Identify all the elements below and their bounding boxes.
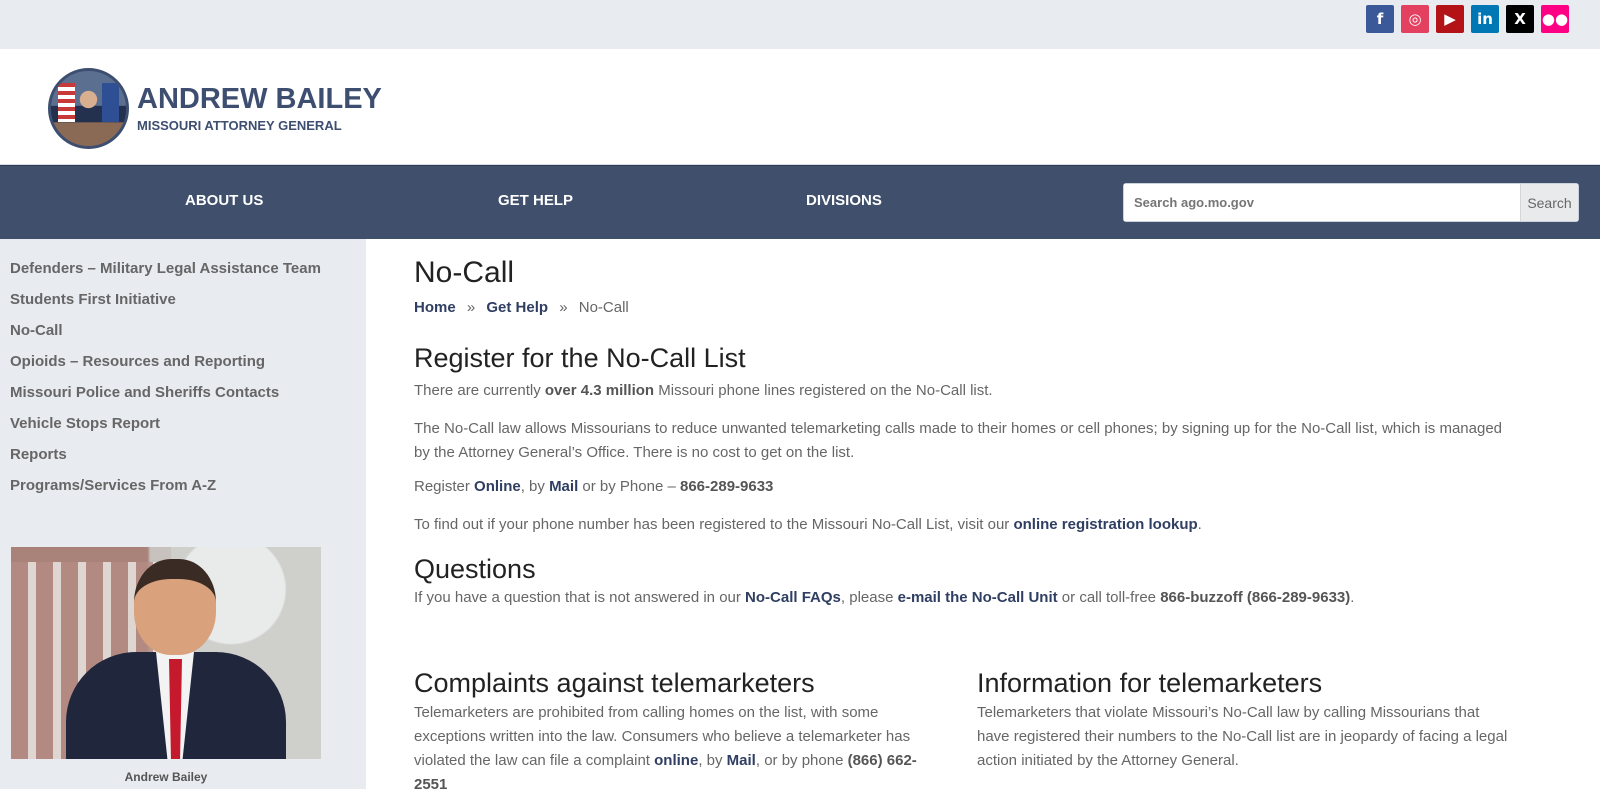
registration-count-suffix: Missouri phone lines registered on the N… — [654, 382, 993, 399]
registration-count-prefix: There are currently — [414, 382, 545, 399]
register-by-text: , by — [520, 478, 550, 495]
lookup-suffix: . — [1197, 516, 1202, 533]
nav-divisions[interactable]: DIVISIONS — [806, 192, 882, 209]
sidebar-item-opioids[interactable]: Opioids – Resources and Reporting — [10, 353, 265, 370]
registration-lookup-text: To find out if your phone number has bee… — [414, 513, 1504, 537]
x-icon[interactable]: X — [1506, 5, 1534, 33]
complaints-heading: Complaints against telemarketers — [414, 668, 815, 698]
no-call-faqs-link[interactable]: No-Call FAQs — [745, 589, 841, 606]
register-mail-link[interactable]: Mail — [549, 478, 578, 495]
no-call-law-text: The No-Call law allows Missourians to re… — [414, 420, 1503, 461]
complaints-text: Telemarketers are prohibited from callin… — [414, 701, 926, 789]
logo-text: ANDREW BAILEY MISSOURI ATTORNEY GENERAL — [137, 82, 382, 133]
breadcrumb-get-help[interactable]: Get Help — [486, 299, 548, 316]
facebook-icon[interactable]: f — [1366, 5, 1394, 33]
information-heading: Information for telemarketers — [977, 668, 1323, 698]
email-no-call-unit-link[interactable]: e-mail the No-Call Unit — [898, 589, 1058, 606]
andrew-bailey-photo — [11, 547, 321, 759]
online-registration-lookup-link[interactable]: online registration lookup — [1013, 516, 1197, 533]
sidebar-item-vehicle-stops[interactable]: Vehicle Stops Report — [10, 415, 160, 432]
brand-subtitle: MISSOURI ATTORNEY GENERAL — [137, 117, 342, 133]
buzzoff-phone-number: 866-buzzoff (866-289-9633) — [1160, 589, 1351, 606]
red-tie — [169, 659, 182, 759]
sidebar-item-programs-services[interactable]: Programs/Services From A-Z — [10, 477, 216, 494]
nav-about-us[interactable]: ABOUT US — [185, 192, 263, 209]
portrait-head — [134, 559, 216, 655]
site-header: ANDREW BAILEY MISSOURI ATTORNEY GENERAL — [0, 49, 1600, 165]
register-phone-prefix: or by Phone – — [578, 478, 680, 495]
nav-get-help[interactable]: GET HELP — [498, 192, 573, 209]
sidebar-item-no-call[interactable]: No-Call — [10, 322, 63, 339]
linkedin-icon[interactable]: in — [1471, 5, 1499, 33]
register-phone-number: 866-289-9633 — [679, 478, 774, 495]
complaint-phone-prefix: , or by phone — [755, 752, 848, 769]
register-methods-text: Register Online, by Mail or by Phone – 8… — [414, 475, 1504, 499]
sidebar-item-defenders[interactable]: Defenders – Military Legal Assistance Te… — [10, 260, 321, 277]
questions-heading: Questions — [414, 554, 536, 584]
breadcrumb-separator-2: » — [559, 299, 568, 316]
questions-end: . — [1350, 589, 1355, 606]
lookup-prefix: To find out if your phone number has bee… — [414, 516, 1014, 533]
page-title: No-Call — [414, 256, 515, 289]
attorney-general-seal-icon — [48, 68, 129, 149]
breadcrumb-current: No-Call — [578, 299, 629, 316]
site-search: Search — [1123, 183, 1579, 222]
sidebar-item-students-first[interactable]: Students First Initiative — [10, 291, 176, 308]
photo-caption: Andrew Bailey — [124, 770, 208, 784]
breadcrumb-separator-1: » — [466, 299, 476, 316]
registration-count-text: There are currently over 4.3 million Mis… — [414, 379, 1504, 403]
sidebar-item-police-sheriffs[interactable]: Missouri Police and Sheriffs Contacts — [10, 384, 279, 401]
social-links: f ◎ ▶ in X ●● — [1366, 5, 1569, 33]
flickr-icon[interactable]: ●● — [1541, 5, 1569, 33]
sidebar-item-reports[interactable]: Reports — [10, 446, 67, 463]
register-heading: Register for the No-Call List — [414, 343, 746, 373]
questions-prefix: If you have a question that is not answe… — [414, 589, 746, 606]
search-button[interactable]: Search — [1520, 184, 1578, 221]
site-logo[interactable]: ANDREW BAILEY MISSOURI ATTORNEY GENERAL — [48, 68, 382, 149]
complaint-online-link[interactable]: online — [654, 752, 698, 769]
register-prefix: Register — [414, 478, 475, 495]
complaint-mail-link[interactable]: Mail — [727, 752, 756, 769]
complaint-by-text: , by — [698, 752, 727, 769]
breadcrumb-home[interactable]: Home — [414, 299, 456, 316]
register-online-link[interactable]: Online — [474, 478, 521, 495]
information-text: Telemarketers that violate Missouri’s No… — [977, 704, 1508, 769]
breadcrumb: Home » Get Help » No-Call — [414, 299, 629, 316]
registration-count-value: over 4.3 million — [544, 382, 655, 399]
brand-name: ANDREW BAILEY — [137, 82, 382, 115]
instagram-icon[interactable]: ◎ — [1401, 5, 1429, 33]
utility-bar: f ◎ ▶ in X ●● — [0, 0, 1600, 49]
youtube-icon[interactable]: ▶ — [1436, 5, 1464, 33]
search-input[interactable] — [1124, 184, 1520, 221]
questions-text: If you have a question that is not answe… — [414, 586, 1504, 610]
questions-call-text: or call toll-free — [1057, 589, 1161, 606]
questions-middle: , please — [840, 589, 898, 606]
